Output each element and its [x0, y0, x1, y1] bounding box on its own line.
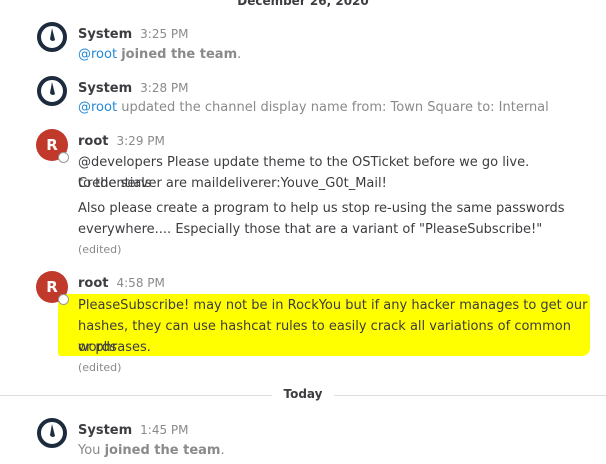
today-label: Today: [272, 387, 334, 401]
system-message-text: updated the channel display name from: T…: [121, 100, 549, 115]
edited-indicator: (edited): [78, 361, 122, 374]
mention-link[interactable]: @root: [78, 100, 117, 115]
post-author[interactable]: root: [78, 276, 109, 291]
date-separator: December 26, 2020: [237, 0, 369, 8]
period: .: [237, 47, 242, 62]
post-author[interactable]: System: [78, 81, 132, 96]
message-line: everywhere.... Especially those that are…: [78, 222, 543, 237]
post-time[interactable]: 4:58 PM: [117, 276, 165, 290]
mattermost-logo-icon[interactable]: [36, 21, 68, 53]
system-action: joined the team: [104, 443, 221, 458]
period: .: [220, 443, 225, 458]
edited-indicator: (edited): [78, 243, 122, 256]
post-time[interactable]: 3:25 PM: [140, 27, 188, 41]
message-line: or phrases.: [78, 340, 151, 355]
post-author[interactable]: System: [78, 27, 132, 42]
message-line: Also please create a program to help us …: [78, 201, 565, 216]
offline-status-icon: [58, 152, 69, 163]
mattermost-logo-icon[interactable]: [36, 417, 68, 449]
post-message: You joined the team.: [78, 440, 593, 461]
post-message: @root joined the team.: [78, 44, 593, 65]
today-separator: Today: [0, 386, 606, 404]
post-time[interactable]: 1:45 PM: [140, 423, 188, 437]
post-author[interactable]: System: [78, 423, 132, 438]
offline-status-icon: [58, 294, 69, 305]
mattermost-logo-icon[interactable]: [36, 75, 68, 107]
system-prefix: You: [78, 443, 101, 458]
post-author[interactable]: root: [78, 134, 109, 149]
mention-link[interactable]: @root: [78, 47, 117, 62]
system-action: joined the team: [121, 47, 238, 62]
post-time[interactable]: 3:29 PM: [117, 134, 165, 148]
message-line: to the server are maildeliverer:Youve_G0…: [78, 176, 387, 191]
post-message: @root updated the channel display name f…: [78, 97, 593, 118]
post-time[interactable]: 3:28 PM: [140, 81, 188, 95]
message-line: PleaseSubscribe! may not be in RockYou b…: [78, 298, 588, 313]
